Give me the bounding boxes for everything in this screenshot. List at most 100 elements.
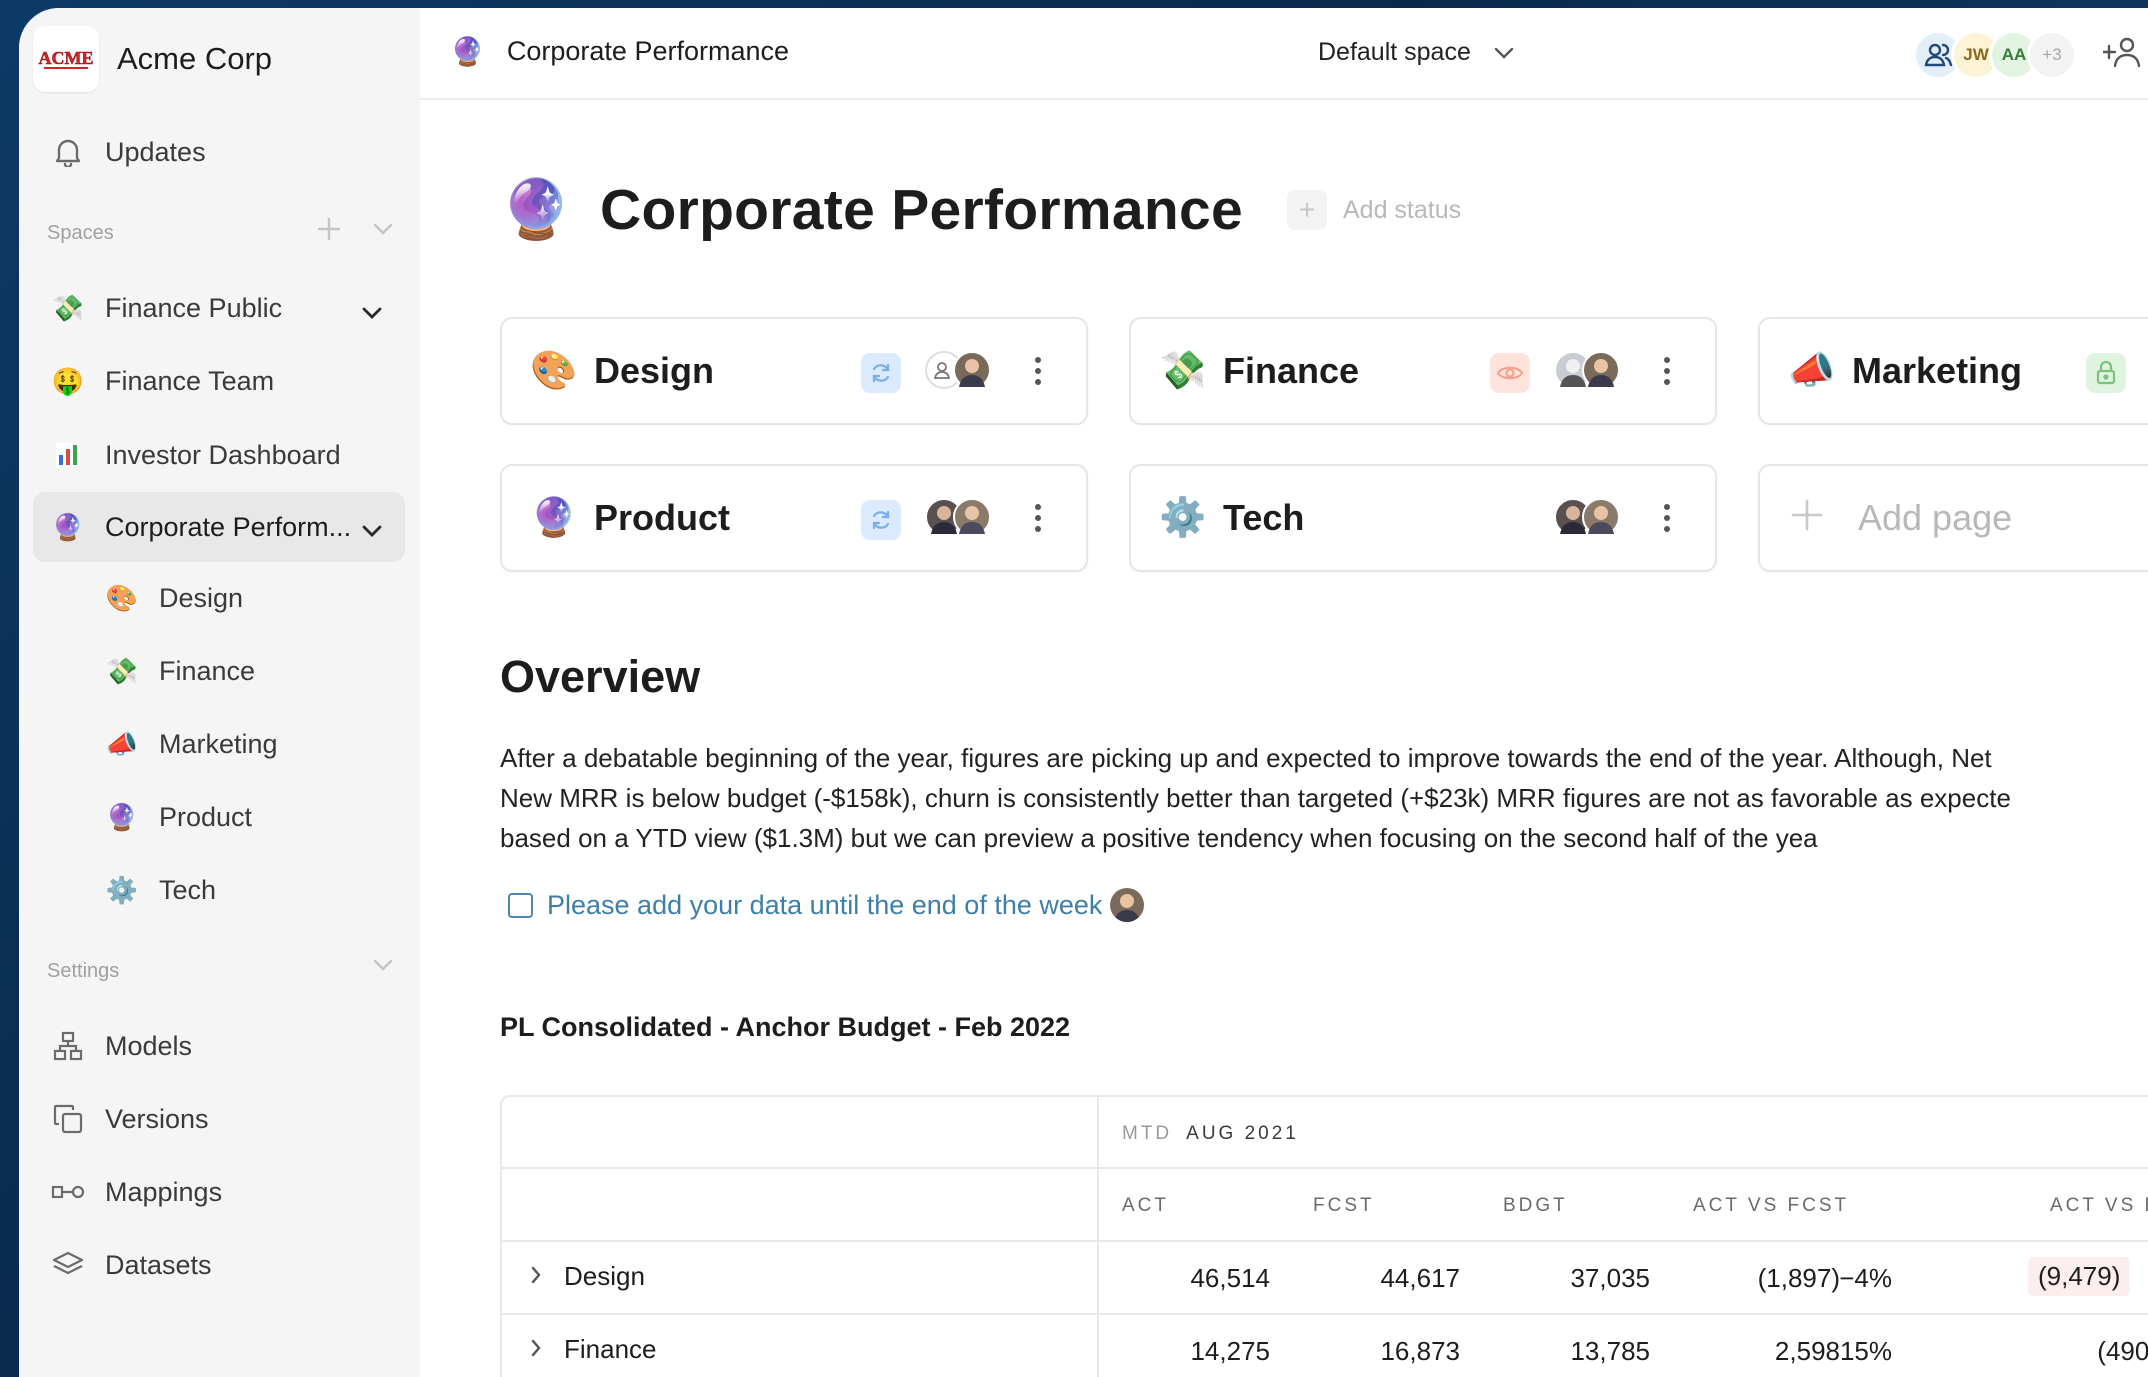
card-members[interactable] <box>1554 498 1620 536</box>
sidebar-item-datasets[interactable]: Datasets <box>33 1231 405 1299</box>
card-title: Design <box>594 350 715 391</box>
gear-icon: ⚙️ <box>1159 497 1207 539</box>
bar-chart-icon <box>51 438 85 472</box>
sidebar-item-label: Product <box>159 801 253 832</box>
collaborators[interactable]: JW AA +3 <box>1913 30 2077 80</box>
palette-icon: 🎨 <box>530 350 578 392</box>
column-header-fcst[interactable]: FCST <box>1313 1195 1375 1217</box>
add-status-label: Add status <box>1343 195 1462 224</box>
breadcrumb-title: Corporate Performance <box>506 36 790 66</box>
avatar-more-count[interactable]: +3 <box>2027 30 2077 80</box>
column-header-bdgt[interactable]: BDGT <box>1503 1195 1568 1217</box>
column-header-act[interactable]: ACT <box>1122 1195 1169 1217</box>
period-prefix: MTD <box>1122 1123 1173 1144</box>
sidebar-item-updates[interactable]: Updates <box>33 118 405 186</box>
sidebar-subitem-product[interactable]: 🔮 Product <box>33 783 405 851</box>
sidebar-item-label: Design <box>159 582 244 613</box>
overview-line: After a debatable beginning of the year,… <box>500 743 1992 773</box>
column-header-act-vs-fcst[interactable]: ACT VS FCST <box>1693 1195 1849 1217</box>
kebab-menu-icon[interactable] <box>1663 502 1671 539</box>
add-space-plus-icon[interactable] <box>316 216 342 247</box>
cell-act-vs-fcst-pct[interactable]: 15% <box>1792 1336 1892 1367</box>
sidebar-item-label: Updates <box>105 136 206 167</box>
table-row[interactable]: Design <box>530 1261 645 1292</box>
link-icon <box>51 1175 85 1209</box>
add-page-button[interactable]: Add page <box>1758 464 2148 572</box>
page-card-finance[interactable]: 💸 Finance <box>1129 317 1717 425</box>
money-wings-icon: 💸 <box>1159 350 1207 392</box>
sidebar-item-mappings[interactable]: Mappings <box>33 1158 405 1226</box>
app-window: ACME Acme Corp Updates Spaces 💸 Finance … <box>19 8 2148 1377</box>
chevron-down-icon[interactable] <box>361 514 383 545</box>
kebab-menu-icon[interactable] <box>1663 355 1671 392</box>
cell-fcst[interactable]: 44,617 <box>1310 1263 1460 1294</box>
todo-item[interactable]: Please add your data until the end of th… <box>508 888 1145 922</box>
invite-user-icon[interactable] <box>2101 34 2143 75</box>
sidebar-item-label: Marketing <box>159 728 278 759</box>
todo-label: Please add your data until the end of th… <box>547 889 1103 920</box>
table-title: PL Consolidated - Anchor Budget - Feb 20… <box>500 1012 1071 1042</box>
sidebar-item-corporate-performance[interactable]: 🔮 Corporate Perform... <box>33 492 405 562</box>
avatar <box>1582 351 1620 389</box>
chevron-right-icon[interactable] <box>530 1334 542 1365</box>
sidebar-item-finance-public[interactable]: 💸 Finance Public <box>33 274 405 342</box>
cell-act-vs-bdgt[interactable]: (490) <box>2038 1336 2148 1367</box>
crystal-ball-icon: 🔮 <box>51 511 85 542</box>
collapse-settings-chevron-icon[interactable] <box>372 958 394 977</box>
card-members[interactable] <box>1554 351 1620 389</box>
sidebar-subitem-tech[interactable]: ⚙️ Tech <box>33 856 405 924</box>
eye-icon[interactable] <box>1490 353 1530 393</box>
sidebar-item-finance-team[interactable]: 🤑 Finance Team <box>33 347 405 415</box>
sidebar-subitem-finance[interactable]: 💸 Finance <box>33 637 405 705</box>
card-members[interactable] <box>925 351 991 389</box>
collapse-spaces-chevron-icon[interactable] <box>372 222 394 241</box>
card-title: Finance <box>1223 350 1360 391</box>
sidebar-item-label: Investor Dashboard <box>105 439 341 470</box>
spaces-section-label: Spaces <box>47 222 114 244</box>
cell-act-vs-bdgt[interactable]: (9,479) <box>2028 1257 2131 1296</box>
page-card-product[interactable]: 🔮 Product <box>500 464 1088 572</box>
page-card-tech[interactable]: ⚙️ Tech <box>1129 464 1717 572</box>
kebab-menu-icon[interactable] <box>1034 502 1042 539</box>
add-page-label: Add page <box>1858 497 2013 538</box>
chevron-down-icon[interactable] <box>361 296 383 327</box>
card-title: Product <box>594 497 731 538</box>
cell-act[interactable]: 46,514 <box>1120 1263 1270 1294</box>
page-card-design[interactable]: 🎨 Design <box>500 317 1088 425</box>
column-header-act-vs-bdgt[interactable]: ACT VS B <box>2050 1195 2148 1217</box>
table-row[interactable]: Finance <box>530 1334 657 1365</box>
sidebar-item-models[interactable]: Models <box>33 1012 405 1080</box>
crystal-ball-icon[interactable]: 🔮 <box>500 176 580 244</box>
sidebar-item-label: Models <box>105 1030 193 1061</box>
overview-heading: Overview <box>500 651 701 702</box>
cell-act[interactable]: 14,275 <box>1120 1336 1270 1367</box>
sync-icon[interactable] <box>861 353 901 393</box>
card-members[interactable] <box>925 498 991 536</box>
page-title[interactable]: Corporate Performance <box>600 177 1243 243</box>
page-card-marketing[interactable]: 📣 Marketing <box>1758 317 2148 425</box>
lock-icon[interactable] <box>2086 353 2126 393</box>
sidebar-subitem-design[interactable]: 🎨 Design <box>33 564 405 632</box>
megaphone-icon: 📣 <box>1788 350 1836 392</box>
space-selector-label: Default space <box>1318 38 1471 66</box>
crystal-ball-icon: 🔮 <box>105 801 139 832</box>
cell-bdgt[interactable]: 37,035 <box>1500 1263 1650 1294</box>
space-selector[interactable]: Default space <box>1318 38 1515 67</box>
todo-checkbox[interactable] <box>508 892 533 918</box>
workspace-switcher[interactable]: ACME Acme Corp <box>33 26 272 92</box>
bell-icon <box>51 135 85 169</box>
overview-paragraph[interactable]: After a debatable beginning of the year,… <box>500 738 2148 858</box>
sidebar-item-investor-dashboard[interactable]: Investor Dashboard <box>33 421 405 489</box>
sync-icon[interactable] <box>861 500 901 540</box>
sidebar-subitem-marketing[interactable]: 📣 Marketing <box>33 710 405 778</box>
period-value: AUG 2021 <box>1186 1123 1299 1144</box>
kebab-menu-icon[interactable] <box>1034 355 1042 392</box>
add-status-button[interactable]: + Add status <box>1287 190 1461 230</box>
users-icon <box>1924 43 1953 67</box>
cell-act-vs-fcst-pct[interactable]: −4% <box>1792 1263 1892 1294</box>
gear-icon: ⚙️ <box>105 874 139 905</box>
sidebar-item-versions[interactable]: Versions <box>33 1085 405 1153</box>
cell-bdgt[interactable]: 13,785 <box>1500 1336 1650 1367</box>
cell-fcst[interactable]: 16,873 <box>1310 1336 1460 1367</box>
chevron-right-icon[interactable] <box>530 1261 542 1292</box>
